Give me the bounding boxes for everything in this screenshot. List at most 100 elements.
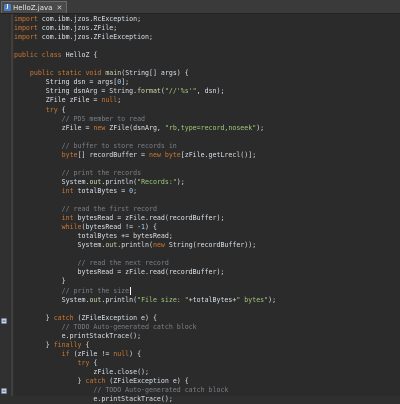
comment-token: // TODO Auto-generated catch block xyxy=(61,322,197,331)
keyword-token: while xyxy=(61,223,82,232)
string-token: "//'%s'" xyxy=(164,87,197,96)
code-token: String(recordBuffer)); xyxy=(164,241,257,250)
editor-gutter xyxy=(0,14,8,396)
code-token: format xyxy=(137,87,161,96)
string-token: " bytes" xyxy=(236,295,269,304)
comment-token: // PDS member to read xyxy=(61,114,146,123)
task-marker-icon[interactable] xyxy=(1,318,7,324)
code-token: System. xyxy=(14,241,106,250)
code-token: e.printStackTrace(); xyxy=(14,331,142,340)
code-token: (String[] args) { xyxy=(121,69,189,78)
code-token: HelloZ { xyxy=(61,51,98,60)
code-token: zFile = xyxy=(14,123,94,132)
keyword-token: try xyxy=(77,358,90,367)
code-token: ; xyxy=(117,96,122,105)
code-token: { xyxy=(89,358,98,367)
string-token: "Records:" xyxy=(137,177,177,186)
code-token: ]; xyxy=(121,78,130,87)
code-token: bytesRead = zFile.read(recordBuffer); xyxy=(73,214,225,223)
java-file-icon: J xyxy=(4,4,11,11)
code-token: [] recordBuffer = xyxy=(77,150,149,159)
code-token: System. xyxy=(14,295,90,304)
code-token: ) { xyxy=(145,223,157,232)
keyword-token: catch xyxy=(85,377,106,385)
comment-token: // print the size xyxy=(61,286,130,295)
code-token: ); xyxy=(256,123,265,132)
code-token: com.ibm.jzos.ZFile; xyxy=(37,24,118,33)
keyword-token: if xyxy=(61,349,70,358)
keyword-token: catch xyxy=(53,313,74,322)
tab-helloz-java[interactable]: J HelloZ.java ✕ xyxy=(1,1,68,13)
code-token: out xyxy=(105,241,118,250)
code-token: com.ibm.jzos.ZFileException; xyxy=(37,33,153,42)
keyword-token: import xyxy=(14,24,38,33)
code-token: zFile.close(); xyxy=(14,367,149,376)
code-token: ); xyxy=(176,177,185,186)
keyword-token: new xyxy=(93,123,106,132)
tab-title: HelloZ.java xyxy=(13,3,53,12)
code-token: } xyxy=(14,277,66,286)
code-token: ) { xyxy=(129,349,142,358)
code-token: .println( xyxy=(117,241,153,250)
keyword-token: import xyxy=(14,33,38,42)
code-token: out xyxy=(89,295,102,304)
comment-token: // TODO Auto-generated catch block xyxy=(93,386,229,395)
code-token: ); xyxy=(268,295,277,304)
comment-token: // read the first record xyxy=(61,205,157,214)
comment-token: // read the next record xyxy=(77,259,169,268)
code-token: { xyxy=(57,105,66,114)
keyword-token: import xyxy=(14,15,38,23)
keyword-token: int xyxy=(61,214,74,223)
code-token: bytesRead = zFile.read(recordBuffer); xyxy=(14,268,225,277)
code-token: (zFile != xyxy=(69,349,114,358)
code-token: (ZFileException e) { xyxy=(105,377,189,385)
text-caret xyxy=(130,286,132,295)
code-token: ; xyxy=(133,186,138,195)
code-token: main xyxy=(101,69,122,78)
keyword-token: public class xyxy=(14,51,62,60)
code-token: out xyxy=(89,177,102,186)
code-token: com.ibm.jzos.RcException; xyxy=(37,15,142,23)
code-token: totalBytes += bytesRead; xyxy=(14,232,173,241)
close-tab-icon[interactable]: ✕ xyxy=(56,4,62,12)
comment-token: // print the records xyxy=(61,168,142,177)
code-token: ZFile(dsnArg, xyxy=(105,123,165,132)
code-token: } xyxy=(14,340,54,349)
code-token: String dsn = args[ xyxy=(14,78,118,87)
code-token: .println( xyxy=(101,295,138,304)
keyword-token: new byte xyxy=(149,150,181,159)
keyword-token: public static void xyxy=(29,69,102,78)
task-marker-icon[interactable] xyxy=(1,388,7,394)
code-editor[interactable]: import com.ibm.jzos.RcException; import c… xyxy=(14,14,400,403)
keyword-token: int xyxy=(61,186,74,195)
code-token: } xyxy=(14,377,86,385)
keyword-token: null xyxy=(113,349,130,358)
editor-tab-bar: J HelloZ.java ✕ xyxy=(0,0,400,14)
code-token: ZFile zFile = xyxy=(14,96,102,105)
keyword-token: finally xyxy=(53,340,82,349)
code-token: +totalBytes+ xyxy=(188,295,237,304)
code-token: [zFile.getLrecl()]; xyxy=(180,150,257,159)
code-token: totalBytes = xyxy=(73,186,130,195)
keyword-token: null xyxy=(101,96,118,105)
comment-token: // buffer to store records in xyxy=(61,141,177,150)
code-token: , dsn); xyxy=(196,87,225,96)
keyword-token: new xyxy=(152,241,165,250)
string-token: "rb,type=record,noseek" xyxy=(164,123,257,132)
code-token: e.printStackTrace(); xyxy=(14,395,173,404)
